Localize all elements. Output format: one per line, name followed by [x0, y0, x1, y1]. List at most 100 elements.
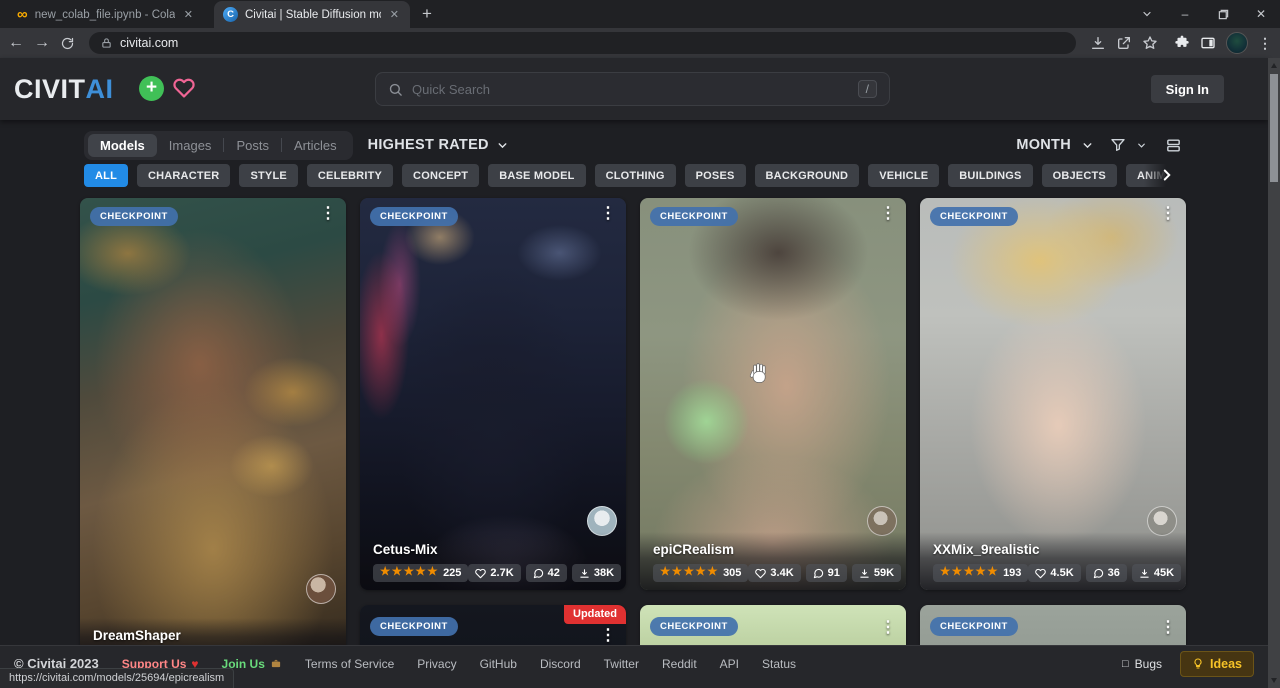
- chips-scroll-right-icon[interactable]: [1158, 166, 1176, 184]
- footer-link-terms[interactable]: Terms of Service: [305, 657, 394, 671]
- scroll-down-arrow-icon[interactable]: [1271, 678, 1277, 683]
- footer-link-twitter[interactable]: Twitter: [604, 657, 639, 671]
- close-tab-icon[interactable]: ✕: [182, 8, 195, 21]
- civitai-logo[interactable]: CIVITAI: [14, 74, 114, 105]
- model-type-badge[interactable]: CHECKPOINT: [930, 617, 1018, 636]
- model-card-epicrealism[interactable]: CHECKPOINT ⋮ epiCRealism ★★★★★ 305 3.4K: [640, 198, 906, 590]
- model-type-badge[interactable]: CHECKPOINT: [90, 207, 178, 226]
- tab-title: new_colab_file.ipynb - Colaborat: [35, 9, 175, 21]
- downloads-pill: 45K: [1132, 564, 1181, 582]
- share-icon[interactable]: [1116, 35, 1132, 51]
- chip-buildings[interactable]: BUILDINGS: [948, 164, 1032, 187]
- likes-pill: 4.5K: [1028, 564, 1080, 582]
- tab-title: Civitai | Stable Diffusion models,: [245, 9, 381, 21]
- quick-search[interactable]: /: [375, 72, 890, 106]
- chip-base-model[interactable]: BASE MODEL: [488, 164, 585, 187]
- card-menu-icon[interactable]: ⋮: [875, 203, 901, 225]
- close-window-button[interactable]: ✕: [1242, 0, 1280, 28]
- extensions-icon[interactable]: [1174, 35, 1190, 51]
- footer-link-privacy[interactable]: Privacy: [417, 657, 456, 671]
- layout-toggle-icon[interactable]: [1165, 137, 1182, 154]
- card-menu-icon[interactable]: ⋮: [1155, 617, 1181, 639]
- forward-icon[interactable]: →: [34, 35, 50, 51]
- card-stats: ★★★★★ 193 4.5K 36: [933, 564, 1173, 582]
- model-card-xxmix9realistic[interactable]: CHECKPOINT ⋮ XXMix_9realistic ★★★★★ 193 …: [920, 198, 1186, 590]
- downloads-count: 59K: [874, 567, 894, 579]
- tab-models[interactable]: Models: [88, 134, 157, 157]
- tab-colab[interactable]: ∞ new_colab_file.ipynb - Colaborat ✕: [8, 1, 204, 28]
- search-input[interactable]: [412, 82, 849, 97]
- chip-all[interactable]: ALL: [84, 164, 128, 187]
- tab-posts[interactable]: Posts: [224, 134, 281, 157]
- ideas-label: Ideas: [1210, 657, 1242, 671]
- card-menu-icon[interactable]: ⋮: [1155, 203, 1181, 225]
- comment-icon: [533, 568, 544, 579]
- footer-link-status[interactable]: Status: [762, 657, 796, 671]
- card-menu-icon[interactable]: ⋮: [595, 203, 621, 225]
- tab-civitai[interactable]: C Civitai | Stable Diffusion models, ✕: [214, 1, 410, 28]
- back-icon[interactable]: ←: [8, 35, 24, 51]
- footer-link-api[interactable]: API: [720, 657, 739, 671]
- model-card-dreamshaper[interactable]: CHECKPOINT ⋮ DreamShaper: [80, 198, 346, 660]
- chip-poses[interactable]: POSES: [685, 164, 746, 187]
- model-title: Cetus-Mix: [373, 542, 613, 557]
- address-bar[interactable]: civitai.com: [89, 32, 1076, 54]
- creator-avatar[interactable]: [306, 574, 336, 604]
- chip-style[interactable]: STYLE: [239, 164, 297, 187]
- browser-profile-avatar[interactable]: [1226, 32, 1248, 54]
- model-type-badge[interactable]: CHECKPOINT: [370, 207, 458, 226]
- side-panel-icon[interactable]: [1200, 35, 1216, 51]
- page-scrollbar[interactable]: [1268, 58, 1280, 688]
- restore-button[interactable]: [1204, 0, 1242, 28]
- model-card-cetus-mix[interactable]: CHECKPOINT ⋮ Cetus-Mix ★★★★★ 225 2.7K: [360, 198, 626, 590]
- chip-clothing[interactable]: CLOTHING: [595, 164, 676, 187]
- sign-in-button[interactable]: Sign In: [1151, 75, 1224, 103]
- new-tab-button[interactable]: +: [410, 4, 444, 28]
- bug-icon: □: [1122, 658, 1129, 670]
- model-type-badge[interactable]: CHECKPOINT: [930, 207, 1018, 226]
- chip-concept[interactable]: CONCEPT: [402, 164, 479, 187]
- star-icons: ★★★★★: [380, 567, 439, 579]
- sort-dropdown[interactable]: HIGHEST RATED: [368, 137, 509, 153]
- rating-pill: ★★★★★ 305: [653, 564, 748, 582]
- period-dropdown[interactable]: MONTH: [1016, 137, 1071, 153]
- filter-funnel-icon[interactable]: [1110, 137, 1126, 153]
- chip-character[interactable]: CHARACTER: [137, 164, 230, 187]
- card-menu-icon[interactable]: ⋮: [315, 203, 341, 225]
- create-plus-button[interactable]: +: [139, 76, 164, 101]
- favorites-heart-icon[interactable]: [172, 77, 196, 99]
- comment-icon: [813, 568, 824, 579]
- chip-vehicle[interactable]: VEHICLE: [868, 164, 939, 187]
- minimize-button[interactable]: –: [1166, 0, 1204, 28]
- comment-icon: [1093, 568, 1104, 579]
- tab-articles[interactable]: Articles: [282, 134, 349, 157]
- scroll-up-arrow-icon[interactable]: [1271, 63, 1277, 68]
- reload-icon[interactable]: [60, 36, 75, 51]
- footer-link-reddit[interactable]: Reddit: [662, 657, 697, 671]
- chevron-down-icon[interactable]: [1136, 140, 1147, 151]
- bookmark-star-icon[interactable]: [1142, 35, 1158, 51]
- footer-link-discord[interactable]: Discord: [540, 657, 581, 671]
- chip-background[interactable]: BACKGROUND: [755, 164, 860, 187]
- browser-menu-icon[interactable]: ⋮: [1258, 35, 1272, 52]
- chevron-down-icon[interactable]: [1081, 139, 1094, 152]
- scrollbar-thumb[interactable]: [1270, 74, 1278, 182]
- bugs-link[interactable]: □ Bugs: [1122, 657, 1162, 671]
- download-icon: [579, 568, 590, 579]
- model-type-badge[interactable]: CHECKPOINT: [650, 617, 738, 636]
- ideas-button[interactable]: Ideas: [1180, 651, 1254, 677]
- card-info-overlay: Cetus-Mix ★★★★★ 225 2.7K 42: [360, 532, 626, 590]
- card-menu-icon[interactable]: ⋮: [875, 617, 901, 639]
- download-icon[interactable]: [1090, 35, 1106, 51]
- card-info-overlay: XXMix_9realistic ★★★★★ 193 4.5K 36: [920, 532, 1186, 590]
- model-type-badge[interactable]: CHECKPOINT: [650, 207, 738, 226]
- site-header: CIVITAI + / Sign In: [0, 58, 1268, 120]
- tab-search-chevron-icon[interactable]: [1128, 0, 1166, 28]
- tab-images[interactable]: Images: [157, 134, 224, 157]
- chip-celebrity[interactable]: CELEBRITY: [307, 164, 393, 187]
- close-tab-icon[interactable]: ✕: [388, 8, 401, 21]
- chip-objects[interactable]: OBJECTS: [1042, 164, 1117, 187]
- footer-link-github[interactable]: GitHub: [480, 657, 517, 671]
- card-menu-icon[interactable]: ⋮: [595, 625, 621, 647]
- model-type-badge[interactable]: CHECKPOINT: [370, 617, 458, 636]
